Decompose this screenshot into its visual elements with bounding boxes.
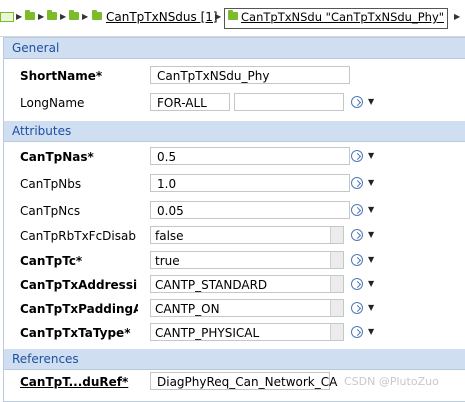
cantptxtatype-select[interactable]: CANTP_PHYSICAL xyxy=(150,323,344,341)
cantpnas-label: CanTpNas* xyxy=(20,150,94,164)
breadcrumb-bar: ▶ ▶ ▶ ▶ CanTpTxNSdus [1] ▶ CanTpTxNSdu "… xyxy=(0,0,465,37)
cantptxtatype-select-button[interactable] xyxy=(330,324,343,340)
shortname-input[interactable]: CanTpTxNSdu_Phy xyxy=(150,66,350,84)
cantptxnsduref-input[interactable]: DiagPhyReq_Can_Network_CA xyxy=(150,372,337,390)
watermark-text: CSDN @PlutoZuo xyxy=(344,375,439,388)
cantptxaddressing-select-button[interactable] xyxy=(330,276,343,292)
section-references[interactable]: References xyxy=(4,349,465,370)
cantprbtxfcdisab-select[interactable]: false xyxy=(150,226,344,244)
cantptxaddressing-select[interactable]: CANTP_STANDARD xyxy=(150,275,344,293)
cantprbtxfcdisab-select-button[interactable] xyxy=(330,227,343,243)
cantpncs-options-icon[interactable] xyxy=(351,204,363,216)
breadcrumb-item-current[interactable]: CanTpTxNSdu "CanTpTxNSdu_Phy" xyxy=(241,10,444,24)
cantptc-label: CanTpTc* xyxy=(20,254,83,268)
cantptxpadding-options-icon[interactable] xyxy=(351,302,363,314)
breadcrumb-end-arrow-icon[interactable]: ▶ xyxy=(454,12,460,21)
cantptxtatype-options-icon[interactable] xyxy=(351,326,363,338)
cantptc-dropdown-icon[interactable]: ▼ xyxy=(368,255,374,264)
cantptxaddressing-label: CanTpTxAddressir xyxy=(20,278,138,292)
cantprbtxfcdisab-options-icon[interactable] xyxy=(351,229,363,241)
cantprbtxfcdisab-dropdown-icon[interactable]: ▼ xyxy=(368,230,374,239)
cantptc-select[interactable]: true xyxy=(150,251,344,269)
cantptxtatype-label: CanTpTxTaType* xyxy=(20,326,131,340)
cantptc-select-button[interactable] xyxy=(330,252,343,268)
cantpncs-input[interactable]: 0.05 xyxy=(150,201,350,219)
longname-language-field[interactable]: FOR-ALL xyxy=(150,93,230,111)
longname-options-icon[interactable] xyxy=(351,96,363,108)
shortname-label: ShortName* xyxy=(20,69,103,83)
cantptxnsduref-label[interactable]: CanTpT...duRef* xyxy=(20,375,138,389)
folder-icon[interactable] xyxy=(92,10,102,20)
breadcrumb-arrow-icon: ▶ xyxy=(16,12,23,21)
cantptxaddressing-dropdown-icon[interactable]: ▼ xyxy=(368,279,374,288)
cantptxpadding-select-button[interactable] xyxy=(330,300,343,316)
cantptxpadding-dropdown-icon[interactable]: ▼ xyxy=(368,303,374,312)
folder-icon[interactable] xyxy=(47,10,57,20)
cantptxtatype-dropdown-icon[interactable]: ▼ xyxy=(368,327,374,336)
cantptxaddressing-options-icon[interactable] xyxy=(351,278,363,290)
cantpncs-label: CanTpNcs xyxy=(20,204,81,218)
cantprbtxfcdisab-label: CanTpRbTxFcDisab xyxy=(20,229,136,243)
cantptc-options-icon[interactable] xyxy=(351,254,363,266)
longname-input[interactable] xyxy=(234,93,344,111)
cantpnas-dropdown-icon[interactable]: ▼ xyxy=(368,151,374,160)
cantptxpadding-label: CanTpTxPaddingA xyxy=(20,302,138,316)
breadcrumb-arrow-icon: ▶ xyxy=(60,12,67,21)
cantpnbs-dropdown-icon[interactable]: ▼ xyxy=(368,178,374,187)
cantptxpadding-select[interactable]: CANTP_ON xyxy=(150,299,344,317)
longname-dropdown-icon[interactable]: ▼ xyxy=(368,97,374,106)
cantpnas-options-icon[interactable] xyxy=(351,150,363,162)
root-folder-icon[interactable] xyxy=(0,12,14,22)
properties-panel: General ShortName* CanTpTxNSdu_Phy LongN… xyxy=(3,37,465,402)
section-general[interactable]: General xyxy=(4,38,465,59)
folder-icon[interactable] xyxy=(69,10,79,20)
breadcrumb-item-cantptxnsdus[interactable]: CanTpTxNSdus [1] xyxy=(106,10,218,24)
section-attributes[interactable]: Attributes xyxy=(4,121,465,142)
cantpnbs-label: CanTpNbs xyxy=(20,177,82,191)
breadcrumb-arrow-icon: ▶ xyxy=(215,12,222,21)
cantpnas-input[interactable]: 0.5 xyxy=(150,147,350,165)
breadcrumb-arrow-icon: ▶ xyxy=(82,12,89,21)
folder-icon[interactable] xyxy=(25,10,35,20)
breadcrumb-arrow-icon: ▶ xyxy=(38,12,45,21)
longname-label: LongName xyxy=(20,96,85,110)
cantpnbs-options-icon[interactable] xyxy=(351,177,363,189)
folder-icon xyxy=(228,10,238,20)
cantpnbs-input[interactable]: 1.0 xyxy=(150,174,350,192)
cantpncs-dropdown-icon[interactable]: ▼ xyxy=(368,205,374,214)
